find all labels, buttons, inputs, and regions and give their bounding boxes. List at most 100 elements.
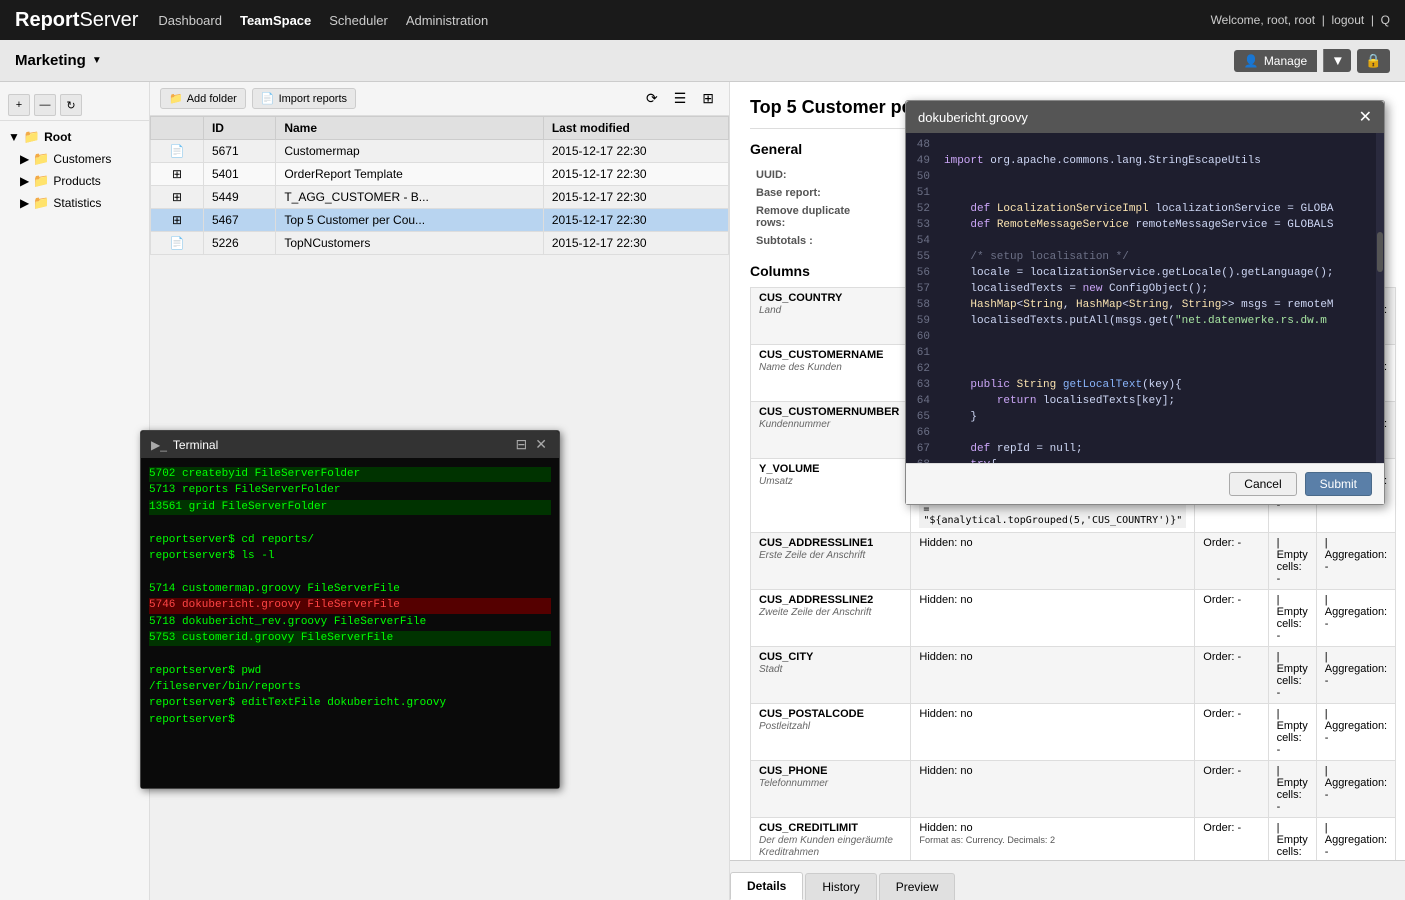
workspace-title: Marketing [15,52,86,69]
term-line-blank2 [149,565,551,580]
add-folder-button[interactable]: 📁 Add folder [160,88,246,109]
code-line-66: 66 [906,425,1384,441]
term-line-5: 5746 dokubericht.groovy FileServerFile [149,598,551,613]
column-row: CUS_POSTALCODE Postleitzahl Hidden: no O… [751,704,1396,761]
col-empty-cell: | Empty cells: - [1268,590,1316,647]
col-aggregation-cell: | Aggregation: - [1316,818,1395,861]
col-empty-cell: | Empty cells: - [1268,818,1316,861]
table-row[interactable]: ⊞ 5401 OrderReport Template 2015-12-17 2… [151,163,729,186]
welcome-text: Welcome, root, root [1211,13,1315,27]
code-line-68: 68 try{ [906,457,1384,463]
customers-folder-icon: 📁 [33,151,49,167]
code-scrollbar-thumb[interactable] [1377,232,1383,272]
code-line-56: 56 locale = localizationService.getLocal… [906,265,1384,281]
column-row: CUS_PHONE Telefonnummer Hidden: no Order… [751,761,1396,818]
table-row[interactable]: 📄 5671 Customermap 2015-12-17 22:30 [151,140,729,163]
file-id: 5226 [203,232,275,255]
search-icon[interactable]: Q [1381,13,1390,27]
col-props-cell: Hidden: no Format as: Currency. Decimals… [911,818,1195,861]
sidebar-item-statistics[interactable]: ▶ 📁 Statistics [0,192,149,214]
code-line-53: 53 def RemoteMessageService remoteMessag… [906,217,1384,233]
expand-arrow: ▼ [8,130,20,144]
term-line-1: 5702 createbyid FileServerFolder [149,467,551,482]
expand-all-button[interactable]: + [8,94,30,116]
col-id-header[interactable]: ID [203,117,275,140]
refresh-tree-button[interactable]: ↻ [60,94,82,116]
collapse-all-button[interactable]: — [34,94,56,116]
workspace-dropdown-arrow[interactable]: ▼ [92,55,102,66]
col-aggregation-cell: | Aggregation: - [1316,533,1395,590]
subtotals-label: Subtotals : [752,233,882,249]
list-view-button[interactable]: ☰ [669,88,692,109]
col-modified-header[interactable]: Last modified [543,117,728,140]
col-props-cell: Hidden: no [911,647,1195,704]
tab-history[interactable]: History [805,873,876,900]
file-id: 5671 [203,140,275,163]
code-line-61: 61 [906,345,1384,361]
col-name-header[interactable]: Name [276,117,544,140]
col-order-cell: Order: - [1195,818,1268,861]
code-line-64: 64 return localisedTexts[key]; [906,393,1384,409]
term-line-4: 5714 customermap.groovy FileServerFile [149,582,551,597]
table-row[interactable]: 📄 5226 TopNCustomers 2015-12-17 22:30 [151,232,729,255]
workspace-title-area: Marketing ▼ [15,52,102,69]
subheader: Marketing ▼ 👤 Manage ▼ 🔒 [0,40,1405,82]
code-editor-header: dokubericht.groovy ✕ [906,101,1384,133]
expand-arrow-customers: ▶ [20,152,29,166]
col-aggregation-cell: | Aggregation: - [1316,590,1395,647]
term-line-cmd4: reportserver$ editTextFile dokubericht.g… [149,696,551,711]
terminal-minimize-button[interactable]: ⊟ [514,436,530,453]
logout-link[interactable]: logout [1332,13,1365,27]
file-type-icon: 📄 [151,232,204,255]
col-name-cell: CUS_CREDITLIMIT Der dem Kunden eingeräum… [751,818,911,861]
col-order-cell: Order: - [1195,761,1268,818]
file-modified: 2015-12-17 22:30 [543,232,728,255]
person-icon: 👤 [1244,54,1259,68]
term-line-pwd: /fileserver/bin/reports [149,680,551,695]
col-empty-cell: | Empty cells: - [1268,704,1316,761]
terminal-close-button[interactable]: ✕ [533,436,549,453]
table-row[interactable]: ⊞ 5467 Top 5 Customer per Cou... 2015-12… [151,209,729,232]
col-name-cell: CUS_COUNTRY Land [751,288,911,345]
submit-button[interactable]: Submit [1305,472,1372,496]
file-id: 5401 [203,163,275,186]
lock-button[interactable]: 🔒 [1357,49,1390,73]
sidebar-item-products[interactable]: ▶ 📁 Products [0,170,149,192]
manage-dropdown-button[interactable]: ▼ [1323,49,1351,72]
code-line-65: 65 } [906,409,1384,425]
file-modified: 2015-12-17 22:30 [543,209,728,232]
tree-root[interactable]: ▼ 📁 Root [0,126,149,148]
refresh-files-button[interactable]: ⟳ [641,88,663,109]
tab-preview[interactable]: Preview [879,873,956,900]
code-editor-close-button[interactable]: ✕ [1359,107,1372,127]
navbar-left: ReportServer Dashboard TeamSpace Schedul… [15,9,488,32]
term-line-blank3 [149,647,551,662]
file-modified: 2015-12-17 22:30 [543,186,728,209]
code-line-48: 48 [906,137,1384,153]
manage-button[interactable]: 👤 Manage [1234,50,1317,72]
term-line-blank1 [149,516,551,531]
import-reports-button[interactable]: 📄 Import reports [252,88,356,109]
code-editor-body[interactable]: 48 49import org.apache.commons.lang.Stri… [906,133,1384,463]
nav-dashboard[interactable]: Dashboard [158,13,222,28]
nav-administration[interactable]: Administration [406,13,488,28]
col-name-cell: CUS_ADDRESSLINE2 Zweite Zeile der Anschr… [751,590,911,647]
file-toolbar: 📁 Add folder 📄 Import reports ⟳ ☰ ⊞ [150,82,729,116]
col-order-cell: Order: - [1195,590,1268,647]
grid-view-button[interactable]: ⊞ [697,88,719,109]
col-name-cell: CUS_PHONE Telefonnummer [751,761,911,818]
navbar: ReportServer Dashboard TeamSpace Schedul… [0,0,1405,40]
nav-teamspace[interactable]: TeamSpace [240,13,311,28]
sidebar-item-customers[interactable]: ▶ 📁 Customers [0,148,149,170]
file-modified: 2015-12-17 22:30 [543,140,728,163]
code-line-67: 67 def repId = null; [906,441,1384,457]
term-line-7: 5753 customerid.groovy FileServerFile [149,631,551,646]
sidebar: + — ↻ ▼ 📁 Root ▶ 📁 Customers ▶ 📁 Product… [0,82,150,900]
table-row[interactable]: ⊞ 5449 T_AGG_CUSTOMER - B... 2015-12-17 … [151,186,729,209]
cancel-button[interactable]: Cancel [1229,472,1296,496]
nav-scheduler[interactable]: Scheduler [329,13,388,28]
tab-details[interactable]: Details [730,872,803,900]
col-props-cell: Hidden: no [911,533,1195,590]
term-line-3: 13561 grid FileServerFolder [149,500,551,515]
col-aggregation-cell: | Aggregation: - [1316,761,1395,818]
